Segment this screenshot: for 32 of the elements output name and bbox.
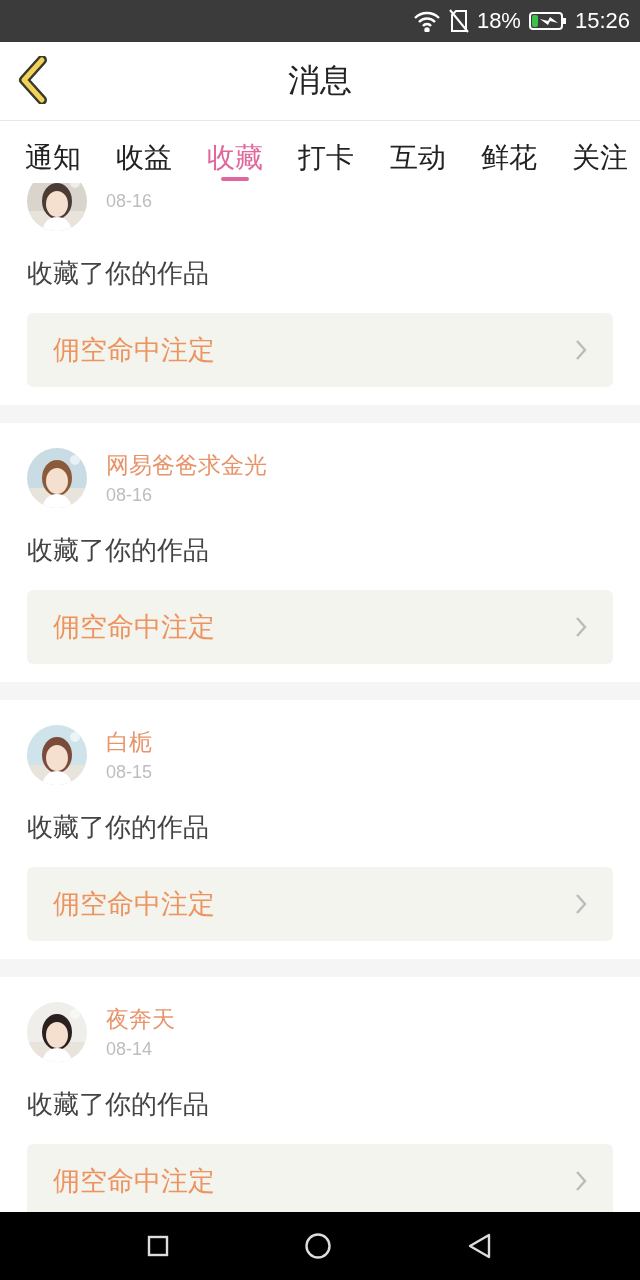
message-text: 收藏了你的作品 [27, 1088, 210, 1121]
message-date: 08-16 [106, 485, 154, 506]
message-date: 08-15 [106, 762, 153, 783]
wifi-icon [412, 10, 441, 32]
tab[interactable]: 互动 [389, 121, 446, 183]
battery-percent: 18% [476, 8, 521, 34]
user-name[interactable]: 网易爸爸求金光 [106, 450, 267, 481]
page-title: 消息 [288, 60, 352, 101]
no-sim-icon [448, 9, 469, 33]
user-name[interactable]: 白栀 [106, 727, 153, 758]
clock-time: 15:26 [574, 8, 630, 34]
work-link[interactable]: 佣空命中注定 [27, 867, 613, 941]
battery-charging-icon [528, 11, 567, 31]
message-date: 08-16 [106, 190, 153, 212]
tab[interactable]: 鲜花 [480, 121, 537, 183]
tab[interactable]: 通知 [25, 121, 81, 183]
work-link[interactable]: 佣空命中注定 [27, 590, 613, 664]
message-text: 收藏了你的作品 [27, 534, 210, 567]
chevron-right-icon [575, 616, 587, 638]
message-date: 08-14 [106, 1039, 154, 1060]
chevron-right-icon [575, 339, 587, 361]
tab[interactable]: 收益 [116, 121, 173, 183]
tab[interactable]: 打卡 [298, 121, 355, 183]
tab[interactable]: 收藏 [207, 121, 264, 183]
user-name[interactable]: 夜奔天 [106, 1004, 175, 1035]
message-text: 收藏了你的作品 [27, 811, 210, 844]
chevron-right-icon [575, 893, 587, 915]
tab[interactable]: 关注 [571, 121, 628, 183]
message-text: 收藏了你的作品 [27, 257, 210, 290]
chevron-right-icon [575, 1170, 587, 1192]
work-link[interactable]: 佣空命中注定 [27, 1144, 613, 1212]
work-link[interactable]: 佣空命中注定 [27, 313, 613, 387]
